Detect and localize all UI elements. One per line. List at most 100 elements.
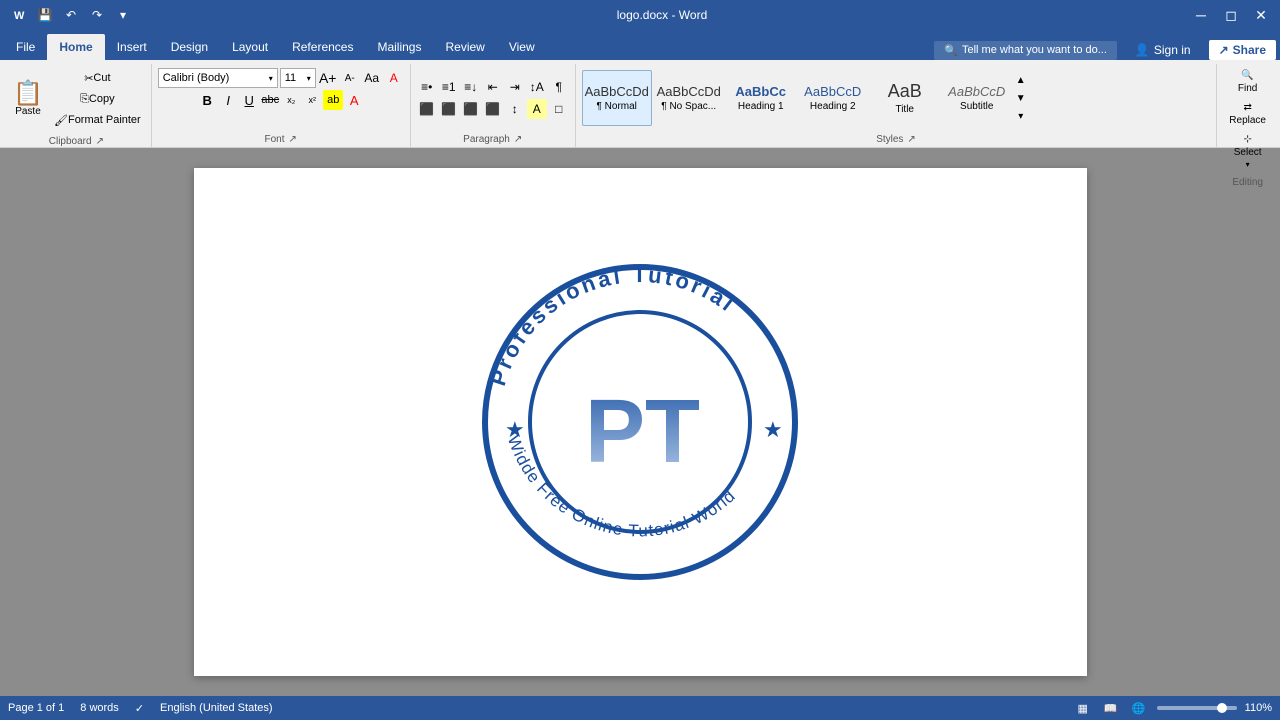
highlight-button[interactable]: ab: [323, 90, 343, 110]
tab-file[interactable]: File: [4, 34, 47, 60]
document-title: logo.docx - Word: [617, 8, 708, 22]
style-normal[interactable]: AaBbCcDd ¶ Normal: [582, 70, 652, 126]
find-button[interactable]: 🔍 Find: [1230, 68, 1266, 96]
font-color-button[interactable]: A: [344, 90, 364, 110]
tab-insert[interactable]: Insert: [105, 34, 159, 60]
multilevel-button[interactable]: ≡↓: [461, 77, 481, 97]
font-name-dropdown-icon: ▾: [269, 74, 273, 83]
close-button[interactable]: ✕: [1250, 4, 1272, 26]
read-mode-button[interactable]: 📖: [1101, 698, 1121, 718]
zoom-slider[interactable]: [1157, 706, 1237, 710]
format-painter-icon: 🖌: [54, 114, 68, 127]
title-bar-right: ─ ◻ ✕: [1190, 4, 1272, 26]
font-name-selector[interactable]: Calibri (Body) ▾: [158, 68, 278, 88]
tab-layout[interactable]: Layout: [220, 34, 280, 60]
style-title[interactable]: AaB Title: [870, 70, 940, 126]
numbering-button[interactable]: ≡1: [439, 77, 459, 97]
decrease-indent-button[interactable]: ⇤: [483, 77, 503, 97]
copy-button[interactable]: ⎘ Copy: [50, 89, 145, 109]
clipboard-content: 📋 Paste ✂ Cut ⎘ Copy 🖌 Format Painter: [8, 64, 145, 134]
ribbon-toolbar: 📋 Paste ✂ Cut ⎘ Copy 🖌 Format Painter C: [0, 60, 1280, 148]
subscript-button[interactable]: x₂: [281, 90, 301, 110]
bullets-button[interactable]: ≡•: [417, 77, 437, 97]
paste-icon: 📋: [13, 82, 43, 106]
align-center-button[interactable]: ⬛: [439, 99, 459, 119]
svg-text:★: ★: [505, 417, 525, 442]
format-painter-button[interactable]: 🖌 Format Painter: [50, 110, 145, 130]
word-count: 8 words: [80, 702, 119, 714]
style-no-spacing[interactable]: AaBbCcDd ¶ No Spac...: [654, 70, 724, 126]
font-label: Font ↗: [158, 132, 404, 147]
style-subtitle[interactable]: AaBbCcD Subtitle: [942, 70, 1012, 126]
paragraph-content: ≡• ≡1 ≡↓ ⇤ ⇥ ↕A ¶ ⬛ ⬛ ⬛ ⬛ ↕ A □: [417, 64, 569, 132]
signin-button[interactable]: 👤 Sign in: [1125, 40, 1201, 60]
clipboard-group: 📋 Paste ✂ Cut ⎘ Copy 🖌 Format Painter C: [2, 64, 152, 147]
document-area: Professional Tutorial Widde Free Online …: [0, 148, 1280, 696]
proofing-icon[interactable]: ✓: [135, 702, 144, 715]
font-size-selector[interactable]: 11 ▾: [280, 68, 316, 88]
word-icon[interactable]: W: [8, 4, 30, 26]
style-heading2[interactable]: AaBbCcD Heading 2: [798, 70, 868, 126]
strikethrough-button[interactable]: abc: [260, 90, 280, 110]
tab-home[interactable]: Home: [47, 34, 104, 60]
tell-me-box[interactable]: 🔍 Tell me what you want to do...: [934, 41, 1117, 60]
paragraph-group: ≡• ≡1 ≡↓ ⇤ ⇥ ↕A ¶ ⬛ ⬛ ⬛ ⬛ ↕ A □: [411, 64, 576, 147]
web-layout-button[interactable]: 🌐: [1129, 698, 1149, 718]
line-spacing-button[interactable]: ↕: [505, 99, 525, 119]
font-grow-button[interactable]: A+: [318, 68, 338, 88]
styles-scroll-down[interactable]: ▼: [1014, 90, 1028, 106]
underline-button[interactable]: U: [239, 90, 259, 110]
style-heading1[interactable]: AaBbCc Heading 1: [726, 70, 796, 126]
increase-indent-button[interactable]: ⇥: [505, 77, 525, 97]
tab-design[interactable]: Design: [159, 34, 220, 60]
sort-button[interactable]: ↕A: [527, 77, 547, 97]
select-button[interactable]: ⊹ Select ▾: [1228, 132, 1268, 171]
borders-button[interactable]: □: [549, 99, 569, 119]
cut-icon: ✂: [84, 72, 93, 85]
cut-button[interactable]: ✂ Cut: [50, 68, 145, 88]
tab-view[interactable]: View: [497, 34, 547, 60]
align-left-button[interactable]: ⬛: [417, 99, 437, 119]
paste-button[interactable]: 📋 Paste: [8, 73, 48, 125]
logo-image[interactable]: Professional Tutorial Widde Free Online …: [470, 252, 810, 592]
select-icon: ⊹: [1243, 134, 1251, 145]
clear-format-button[interactable]: A: [384, 68, 404, 88]
print-layout-button[interactable]: ▦: [1073, 698, 1093, 718]
styles-scroll-up[interactable]: ▲: [1014, 72, 1028, 88]
font-group: Calibri (Body) ▾ 11 ▾ A+ A- Aa A B I U a…: [152, 64, 411, 147]
language[interactable]: English (United States): [160, 702, 273, 714]
bold-button[interactable]: B: [197, 90, 217, 110]
share-button[interactable]: ↗ Share: [1209, 40, 1276, 60]
font-case-button[interactable]: Aa: [362, 68, 382, 88]
redo-button[interactable]: ↷: [86, 4, 108, 26]
italic-button[interactable]: I: [218, 90, 238, 110]
align-right-button[interactable]: ⬛: [461, 99, 481, 119]
customize-qat-button[interactable]: ▾: [112, 4, 134, 26]
style-heading2-preview: AaBbCcD: [804, 84, 861, 99]
shading-button[interactable]: A: [527, 99, 547, 119]
zoom-thumb[interactable]: [1217, 703, 1227, 713]
tab-references[interactable]: References: [280, 34, 365, 60]
styles-expand-icon[interactable]: ↗: [907, 134, 915, 145]
restore-button[interactable]: ◻: [1220, 4, 1242, 26]
superscript-button[interactable]: x²: [302, 90, 322, 110]
ribbon-right: 🔍 Tell me what you want to do... 👤 Sign …: [934, 40, 1276, 60]
font-format-row: B I U abc x₂ x² ab A: [197, 90, 364, 110]
font-shrink-button[interactable]: A-: [340, 68, 360, 88]
replace-button[interactable]: ⇄ Replace: [1223, 100, 1272, 128]
editing-group: 🔍 Find ⇄ Replace ⊹ Select ▾ Editing: [1217, 64, 1278, 147]
style-normal-preview: AaBbCcDd: [585, 84, 649, 99]
show-marks-button[interactable]: ¶: [549, 77, 569, 97]
paragraph-expand-icon[interactable]: ↗: [514, 134, 522, 145]
search-icon: 🔍: [944, 44, 958, 57]
replace-icon: ⇄: [1243, 102, 1251, 113]
tab-mailings[interactable]: Mailings: [365, 34, 433, 60]
undo-button[interactable]: ↶: [60, 4, 82, 26]
save-qat-button[interactable]: 💾: [34, 4, 56, 26]
tab-review[interactable]: Review: [433, 34, 496, 60]
minimize-button[interactable]: ─: [1190, 4, 1212, 26]
font-expand-icon[interactable]: ↗: [289, 134, 297, 145]
styles-expand-button[interactable]: ▾: [1014, 108, 1028, 124]
clipboard-expand-icon[interactable]: ↗: [96, 136, 104, 147]
justify-button[interactable]: ⬛: [483, 99, 503, 119]
